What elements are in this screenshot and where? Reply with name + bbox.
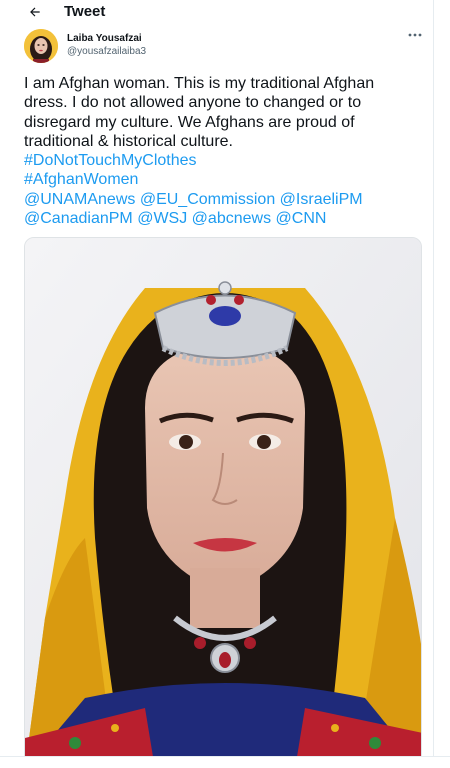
page-title: Tweet [64,3,106,20]
column-divider [433,0,434,768]
mention-link[interactable]: @abcnews [192,210,271,227]
mention-link[interactable]: @CanadianPM [24,210,133,227]
photo-illustration [25,238,421,767]
arrow-left-icon [30,7,40,17]
mention-link[interactable]: @EU_Commission [140,191,275,208]
tweet-text: I am Afghan woman. This is my traditiona… [24,74,424,228]
mention-link[interactable]: @CNN [276,210,327,227]
back-button[interactable] [26,3,44,21]
tweet-text-line: dress. I do not allowed anyone to change… [24,94,362,112]
mention-link[interactable]: @WSJ [137,210,187,227]
author-handle[interactable]: @yousafzailaiba3 [67,46,146,57]
tweet-photo[interactable] [24,237,422,768]
author-name[interactable]: Laiba Yousafzai [67,33,142,44]
mention-link[interactable]: @IsraeliPM [280,191,363,208]
top-bar: Tweet [0,0,450,24]
more-dots-icon [408,33,422,37]
bottom-bar [0,756,450,768]
tweet-text-line: traditional & historical culture. [24,132,233,150]
profile-photo [24,29,58,63]
hashtag-link[interactable]: #DoNotTouchMyClothes [24,152,197,169]
avatar[interactable] [24,29,58,63]
hashtag-link[interactable]: #AfghanWomen [24,171,138,188]
tweet-text-line: I am Afghan woman. This is my traditiona… [24,75,375,92]
mention-link[interactable]: @UNAMAnews [24,191,135,208]
tweet-text-line: disregard my culture. We Afghans are pro… [24,113,355,131]
more-button[interactable] [404,28,426,42]
